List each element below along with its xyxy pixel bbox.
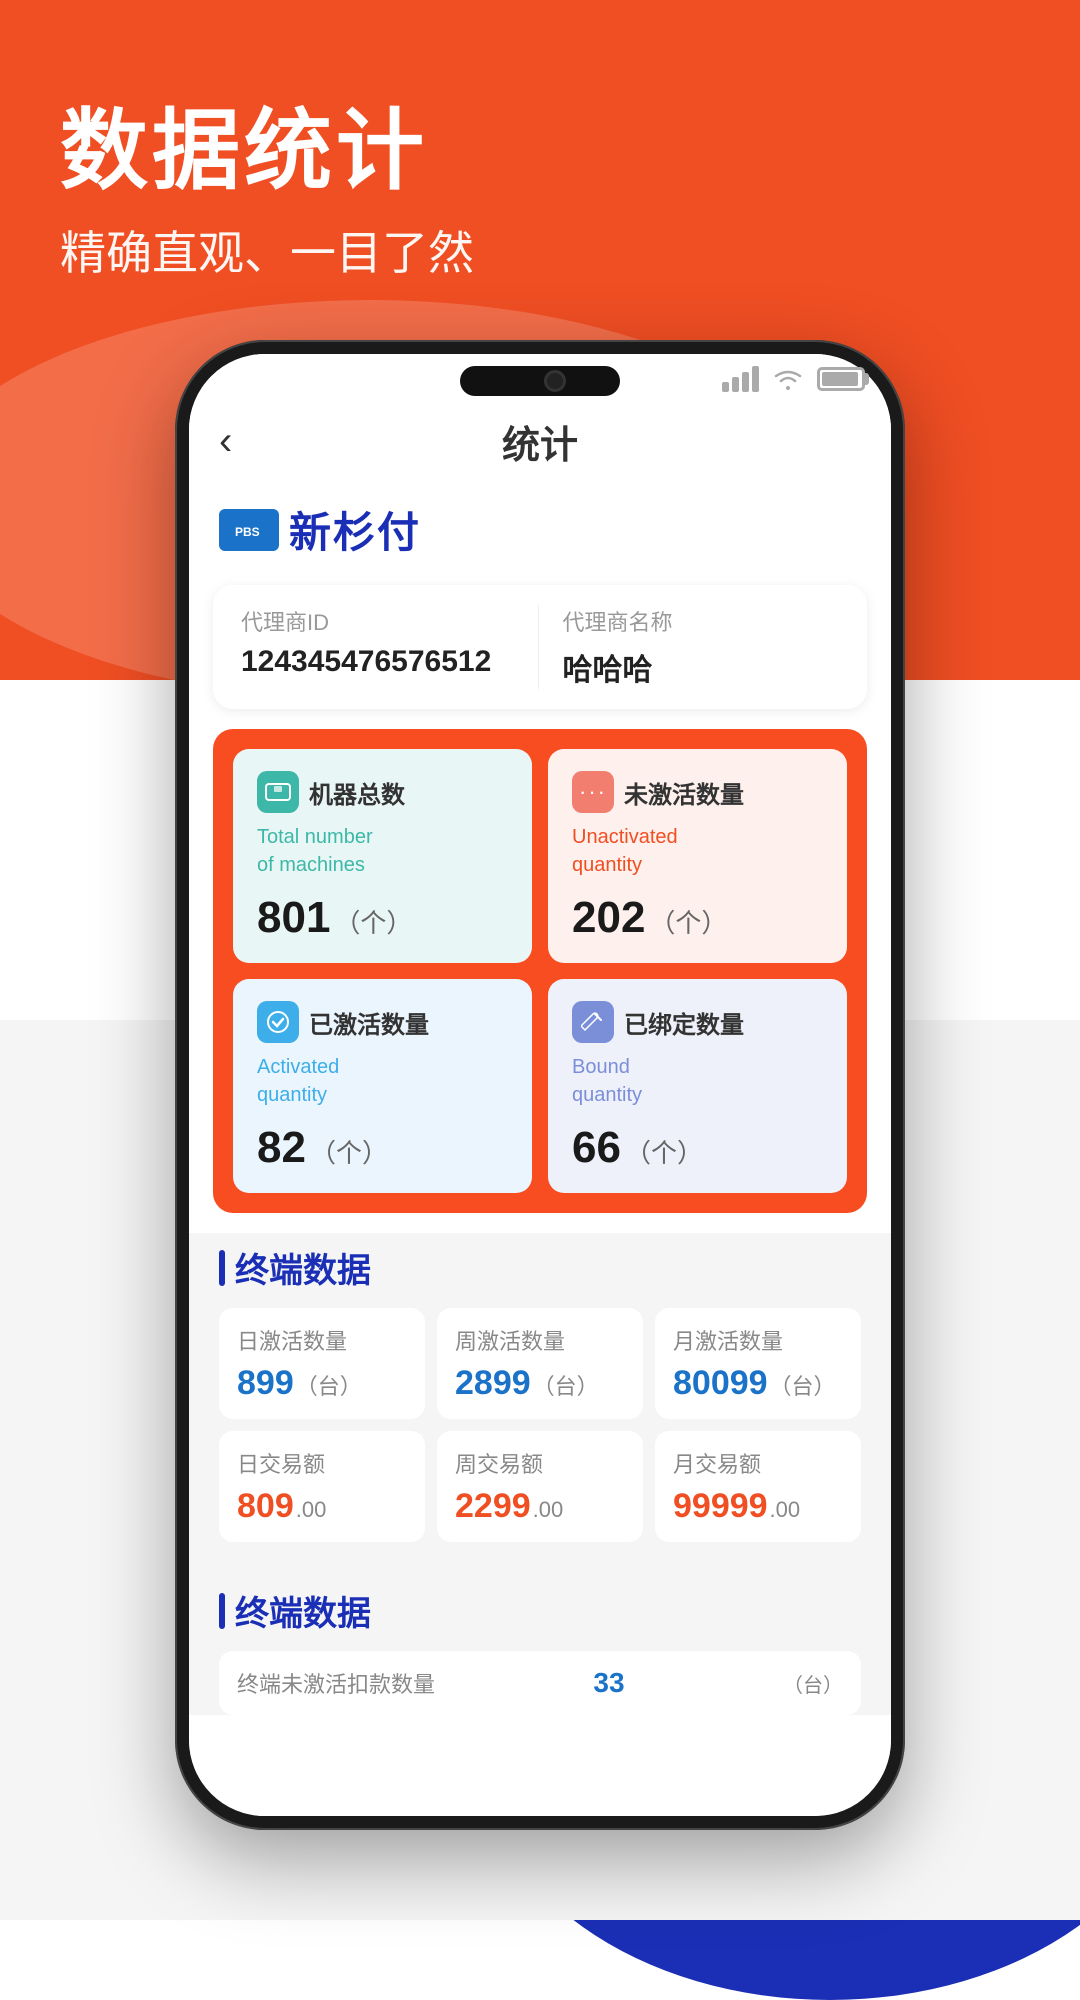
terminal-row-2: 日交易额 809.00 周交易额 2299.00 月交易额 99999.00 xyxy=(219,1431,861,1542)
stat-icon-bound xyxy=(572,1001,614,1043)
stats-card: 机器总数 Total numberof machines 801（个） ··· xyxy=(213,729,867,1213)
stat-sub-unactivated: Unactivatedquantity xyxy=(572,823,823,879)
phone-shell: ‹ 统计 PBS 新杉付 代理商ID xyxy=(175,340,905,1830)
stat-bound: 已绑定数量 Boundquantity 66（个） xyxy=(548,979,847,1193)
battery-fill xyxy=(822,372,858,386)
stat-header-total: 机器总数 xyxy=(257,771,508,813)
daily-activation-value: 899 xyxy=(237,1364,294,1402)
weekly-transaction-unit: .00 xyxy=(533,1497,564,1522)
stat-icon-unactivated: ··· xyxy=(572,771,614,813)
stat-header-bound: 已绑定数量 xyxy=(572,1001,823,1043)
app-logo-section: PBS 新杉付 xyxy=(189,489,891,575)
stat-icon-activated xyxy=(257,1001,299,1043)
stat-unit-total: （个） xyxy=(334,908,412,938)
monthly-transaction: 月交易额 99999.00 xyxy=(655,1431,861,1542)
terminal-title-1: 终端数据 xyxy=(219,1243,861,1292)
terminal-preview-value: 33 xyxy=(593,1667,624,1699)
back-button[interactable]: ‹ xyxy=(219,419,232,464)
weekly-activation-value: 2899 xyxy=(455,1364,531,1402)
header-title: 数据统计 xyxy=(60,80,474,207)
stat-name-bound: 已绑定数量 xyxy=(624,1005,744,1040)
terminal-title-2: 终端数据 xyxy=(219,1586,861,1635)
terminal-section-1: 终端数据 日激活数量 899（台） 周激活数量 2899（台） 月激活数量 80 xyxy=(189,1233,891,1570)
stat-total-machines: 机器总数 Total numberof machines 801（个） xyxy=(233,749,532,963)
stat-unit-bound: （个） xyxy=(625,1138,703,1168)
battery-icon xyxy=(817,367,865,391)
stat-header-activated: 已激活数量 xyxy=(257,1001,508,1043)
monthly-activation-unit: （台） xyxy=(770,1374,836,1399)
dots-icon: ··· xyxy=(579,779,607,805)
app-title: 统计 xyxy=(502,414,578,469)
monthly-activation-label: 月激活数量 xyxy=(673,1324,843,1356)
logo-text: 新杉付 xyxy=(289,499,421,560)
stat-unit-unactivated: （个） xyxy=(649,908,727,938)
app-content: ‹ 统计 PBS 新杉付 代理商ID xyxy=(189,354,891,1816)
stat-name-total: 机器总数 xyxy=(309,775,405,810)
terminal-preview-label: 终端未激活扣款数量 xyxy=(237,1667,435,1699)
weekly-activation-unit: （台） xyxy=(533,1374,599,1399)
stat-sub-total: Total numberof machines xyxy=(257,823,508,879)
daily-transaction-label: 日交易额 xyxy=(237,1447,407,1479)
phone-screen: ‹ 统计 PBS 新杉付 代理商ID xyxy=(189,354,891,1816)
daily-transaction-unit: .00 xyxy=(296,1497,327,1522)
stat-icon-total xyxy=(257,771,299,813)
weekly-activation: 周激活数量 2899（台） xyxy=(437,1308,643,1419)
stat-name-unactivated: 未激活数量 xyxy=(624,775,744,810)
agent-id-section: 代理商ID 124345476576512 xyxy=(241,605,539,689)
stat-sub-bound: Boundquantity xyxy=(572,1053,823,1109)
info-card: 代理商ID 124345476576512 代理商名称 哈哈哈 xyxy=(213,585,867,709)
daily-transaction-value: 809 xyxy=(237,1487,294,1525)
stat-value-unactivated: 202 xyxy=(572,893,645,942)
stat-value-activated: 82 xyxy=(257,1123,306,1172)
agent-name-label: 代理商名称 xyxy=(563,605,840,637)
stat-value-total: 801 xyxy=(257,893,330,942)
svg-text:PBS: PBS xyxy=(235,525,260,539)
signal-icon xyxy=(722,366,759,392)
daily-activation: 日激活数量 899（台） xyxy=(219,1308,425,1419)
stats-grid: 机器总数 Total numberof machines 801（个） ··· xyxy=(233,749,847,1193)
phone-mockup: ‹ 统计 PBS 新杉付 代理商ID xyxy=(175,340,905,1830)
stat-name-activated: 已激活数量 xyxy=(309,1005,429,1040)
agent-id-label: 代理商ID xyxy=(241,605,518,637)
stat-header-unactivated: ··· 未激活数量 xyxy=(572,771,823,813)
agent-name-section: 代理商名称 哈哈哈 xyxy=(539,605,840,689)
agent-id-value: 124345476576512 xyxy=(241,645,518,679)
terminal-row-1: 日激活数量 899（台） 周激活数量 2899（台） 月激活数量 80099（台… xyxy=(219,1308,861,1419)
stat-unactivated: ··· 未激活数量 Unactivatedquantity 202（个） xyxy=(548,749,847,963)
stat-value-bound: 66 xyxy=(572,1123,621,1172)
weekly-transaction-label: 周交易额 xyxy=(455,1447,625,1479)
monthly-activation-value: 80099 xyxy=(673,1364,768,1402)
monthly-activation: 月激活数量 80099（台） xyxy=(655,1308,861,1419)
terminal-section-2: 终端数据 终端未激活扣款数量 33 （台） xyxy=(189,1570,891,1715)
monthly-transaction-label: 月交易额 xyxy=(673,1447,843,1479)
weekly-activation-label: 周激活数量 xyxy=(455,1324,625,1356)
daily-activation-unit: （台） xyxy=(296,1374,362,1399)
daily-transaction: 日交易额 809.00 xyxy=(219,1431,425,1542)
header-section: 数据统计 精确直观、一目了然 xyxy=(60,80,474,283)
stat-unit-activated: （个） xyxy=(310,1138,388,1168)
header-subtitle: 精确直观、一目了然 xyxy=(60,217,474,283)
weekly-transaction: 周交易额 2299.00 xyxy=(437,1431,643,1542)
stat-activated: 已激活数量 Activatedquantity 82（个） xyxy=(233,979,532,1193)
terminal-preview-unit: （台） xyxy=(783,1669,843,1698)
status-bar xyxy=(215,354,865,404)
wifi-icon xyxy=(773,368,803,390)
terminal-preview-row: 终端未激活扣款数量 33 （台） xyxy=(219,1651,861,1715)
monthly-transaction-unit: .00 xyxy=(770,1497,801,1522)
weekly-transaction-value: 2299 xyxy=(455,1487,531,1525)
daily-activation-label: 日激活数量 xyxy=(237,1324,407,1356)
agent-name-value: 哈哈哈 xyxy=(563,645,840,689)
logo-icon: PBS xyxy=(219,509,279,551)
monthly-transaction-value: 99999 xyxy=(673,1487,768,1525)
stat-sub-activated: Activatedquantity xyxy=(257,1053,508,1109)
